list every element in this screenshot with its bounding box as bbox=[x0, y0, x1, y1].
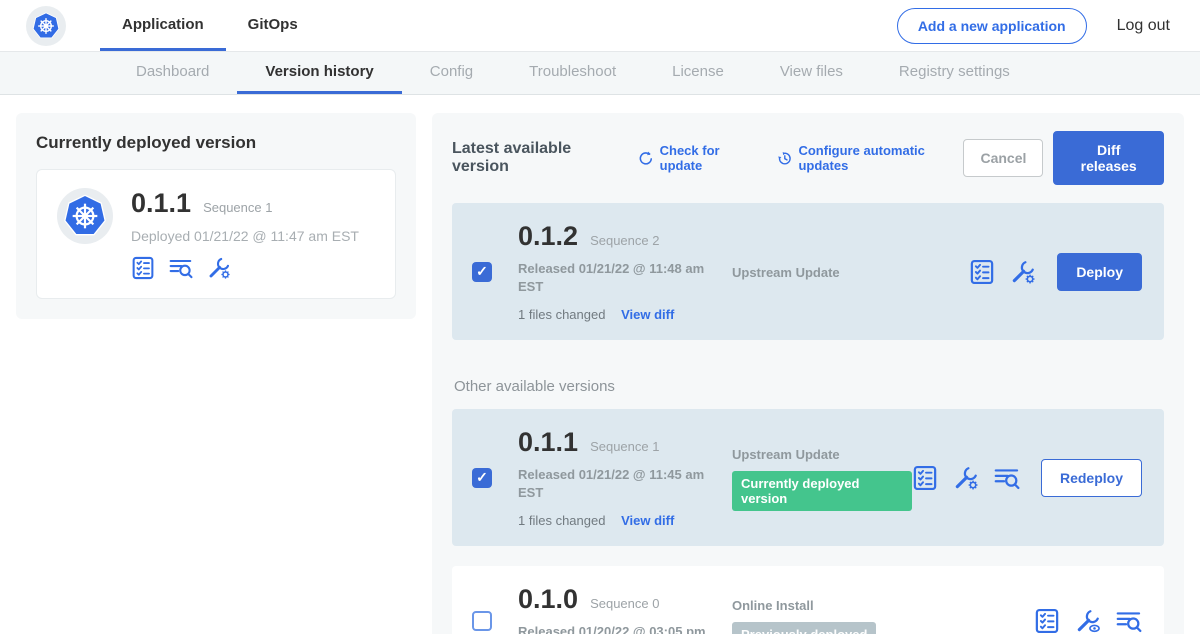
kubernetes-icon bbox=[32, 12, 60, 40]
tab-license[interactable]: License bbox=[644, 52, 752, 94]
version-history-panel: Latest available version Check for updat… bbox=[432, 113, 1184, 634]
logout-button[interactable]: Log out bbox=[1117, 17, 1170, 35]
version-checkbox[interactable]: ✓ bbox=[472, 468, 492, 488]
currently-deployed-title: Currently deployed version bbox=[36, 133, 396, 153]
version-number: 0.1.1 bbox=[518, 427, 578, 458]
version-number: 0.1.2 bbox=[518, 221, 578, 252]
tab-version-history[interactable]: Version history bbox=[237, 52, 401, 94]
latest-version-header: Latest available version Check for updat… bbox=[452, 131, 1164, 185]
view-config-icon[interactable] bbox=[1075, 608, 1101, 634]
app-version-logo bbox=[57, 188, 113, 244]
previously-deployed-badge: Previously deployed bbox=[732, 622, 876, 634]
row-actions bbox=[1034, 608, 1142, 634]
tab-view-files[interactable]: View files bbox=[752, 52, 871, 94]
preflight-checks-icon[interactable] bbox=[912, 465, 938, 491]
version-info: 0.1.0 Sequence 0 Released 01/20/22 @ 03:… bbox=[518, 584, 732, 634]
check-for-update-link[interactable]: Check for update bbox=[638, 143, 757, 173]
topnav-tab-gitops[interactable]: GitOps bbox=[226, 0, 320, 51]
released-timestamp: Released 01/21/22 @ 11:48 am EST bbox=[518, 260, 718, 295]
edit-config-icon[interactable] bbox=[1010, 259, 1036, 285]
other-versions-label: Other available versions bbox=[454, 378, 1164, 395]
version-row-0.1.0: 0.1.0 Sequence 0 Released 01/20/22 @ 03:… bbox=[452, 566, 1164, 634]
topnav-tab-application[interactable]: Application bbox=[100, 0, 226, 51]
files-changed-label: 1 files changed bbox=[518, 513, 605, 528]
version-source: Upstream Update Currently deployed versi… bbox=[732, 445, 912, 511]
version-number: 0.1.0 bbox=[518, 584, 578, 615]
topnav-spacer bbox=[320, 0, 897, 51]
tab-troubleshoot[interactable]: Troubleshoot bbox=[501, 52, 644, 94]
files-changed-label: 1 files changed bbox=[518, 307, 605, 322]
preflight-checks-icon[interactable] bbox=[969, 259, 995, 285]
currently-deployed-panel: Currently deployed version 0.1.1 Sequenc… bbox=[16, 113, 416, 319]
deploy-button[interactable]: Deploy bbox=[1057, 253, 1142, 291]
deployed-sequence-label: Sequence 1 bbox=[203, 200, 272, 215]
version-row-0.1.2: ✓ 0.1.2 Sequence 2 Released 01/21/22 @ 1… bbox=[452, 203, 1164, 340]
version-source: Upstream Update bbox=[732, 263, 969, 280]
kubernetes-icon bbox=[63, 194, 107, 238]
app-logo bbox=[26, 6, 66, 46]
clock-refresh-icon bbox=[777, 150, 793, 167]
version-info: 0.1.2 Sequence 2 Released 01/21/22 @ 11:… bbox=[518, 221, 732, 322]
cancel-button[interactable]: Cancel bbox=[963, 139, 1043, 177]
source-label: Upstream Update bbox=[732, 265, 969, 280]
deployed-version-number: 0.1.1 bbox=[131, 188, 191, 219]
redeploy-button[interactable]: Redeploy bbox=[1041, 459, 1142, 497]
refresh-icon bbox=[638, 150, 654, 167]
sequence-label: Sequence 2 bbox=[590, 233, 659, 248]
version-source: Online Install Previously deployed bbox=[732, 596, 1034, 634]
add-application-button[interactable]: Add a new application bbox=[897, 8, 1087, 44]
deployed-timestamp: Deployed 01/21/22 @ 11:47 am EST bbox=[131, 228, 359, 244]
view-logs-icon[interactable] bbox=[994, 465, 1020, 491]
view-diff-link[interactable]: View diff bbox=[621, 307, 674, 322]
version-checkbox[interactable] bbox=[472, 611, 492, 631]
source-label: Upstream Update bbox=[732, 447, 912, 462]
row-actions: Deploy bbox=[969, 253, 1142, 291]
released-timestamp: Released 01/21/22 @ 11:45 am EST bbox=[518, 466, 718, 501]
version-info: 0.1.1 Sequence 1 Released 01/21/22 @ 11:… bbox=[518, 427, 732, 528]
sequence-label: Sequence 0 bbox=[590, 596, 659, 611]
row-actions: Redeploy bbox=[912, 459, 1142, 497]
app-nav: Dashboard Version history Config Trouble… bbox=[0, 52, 1200, 95]
tab-registry-settings[interactable]: Registry settings bbox=[871, 52, 1038, 94]
preflight-checks-icon[interactable] bbox=[1034, 608, 1060, 634]
edit-config-icon[interactable] bbox=[207, 256, 231, 280]
version-row-0.1.1: ✓ 0.1.1 Sequence 1 Released 01/21/22 @ 1… bbox=[452, 409, 1164, 546]
currently-deployed-badge: Currently deployed version bbox=[732, 471, 912, 511]
preflight-checks-icon[interactable] bbox=[131, 256, 155, 280]
view-logs-icon[interactable] bbox=[169, 256, 193, 280]
source-label: Online Install bbox=[732, 598, 1034, 613]
view-logs-icon[interactable] bbox=[1116, 608, 1142, 634]
deployed-version-info: 0.1.1 Sequence 1 Deployed 01/21/22 @ 11:… bbox=[131, 188, 359, 280]
top-nav: Application GitOps Add a new application… bbox=[0, 0, 1200, 52]
view-diff-link[interactable]: View diff bbox=[621, 513, 674, 528]
tab-config[interactable]: Config bbox=[402, 52, 501, 94]
deployed-version-card: 0.1.1 Sequence 1 Deployed 01/21/22 @ 11:… bbox=[36, 169, 396, 299]
diff-releases-button[interactable]: Diff releases bbox=[1053, 131, 1164, 185]
main-content: Currently deployed version 0.1.1 Sequenc… bbox=[0, 95, 1200, 634]
sequence-label: Sequence 1 bbox=[590, 439, 659, 454]
configure-automatic-updates-link[interactable]: Configure automatic updates bbox=[777, 143, 964, 173]
edit-config-icon[interactable] bbox=[953, 465, 979, 491]
version-checkbox[interactable]: ✓ bbox=[472, 262, 492, 282]
latest-version-title: Latest available version bbox=[452, 140, 618, 176]
tab-dashboard[interactable]: Dashboard bbox=[108, 52, 237, 94]
released-timestamp: Released 01/20/22 @ 03:05 pm EST bbox=[518, 623, 718, 634]
